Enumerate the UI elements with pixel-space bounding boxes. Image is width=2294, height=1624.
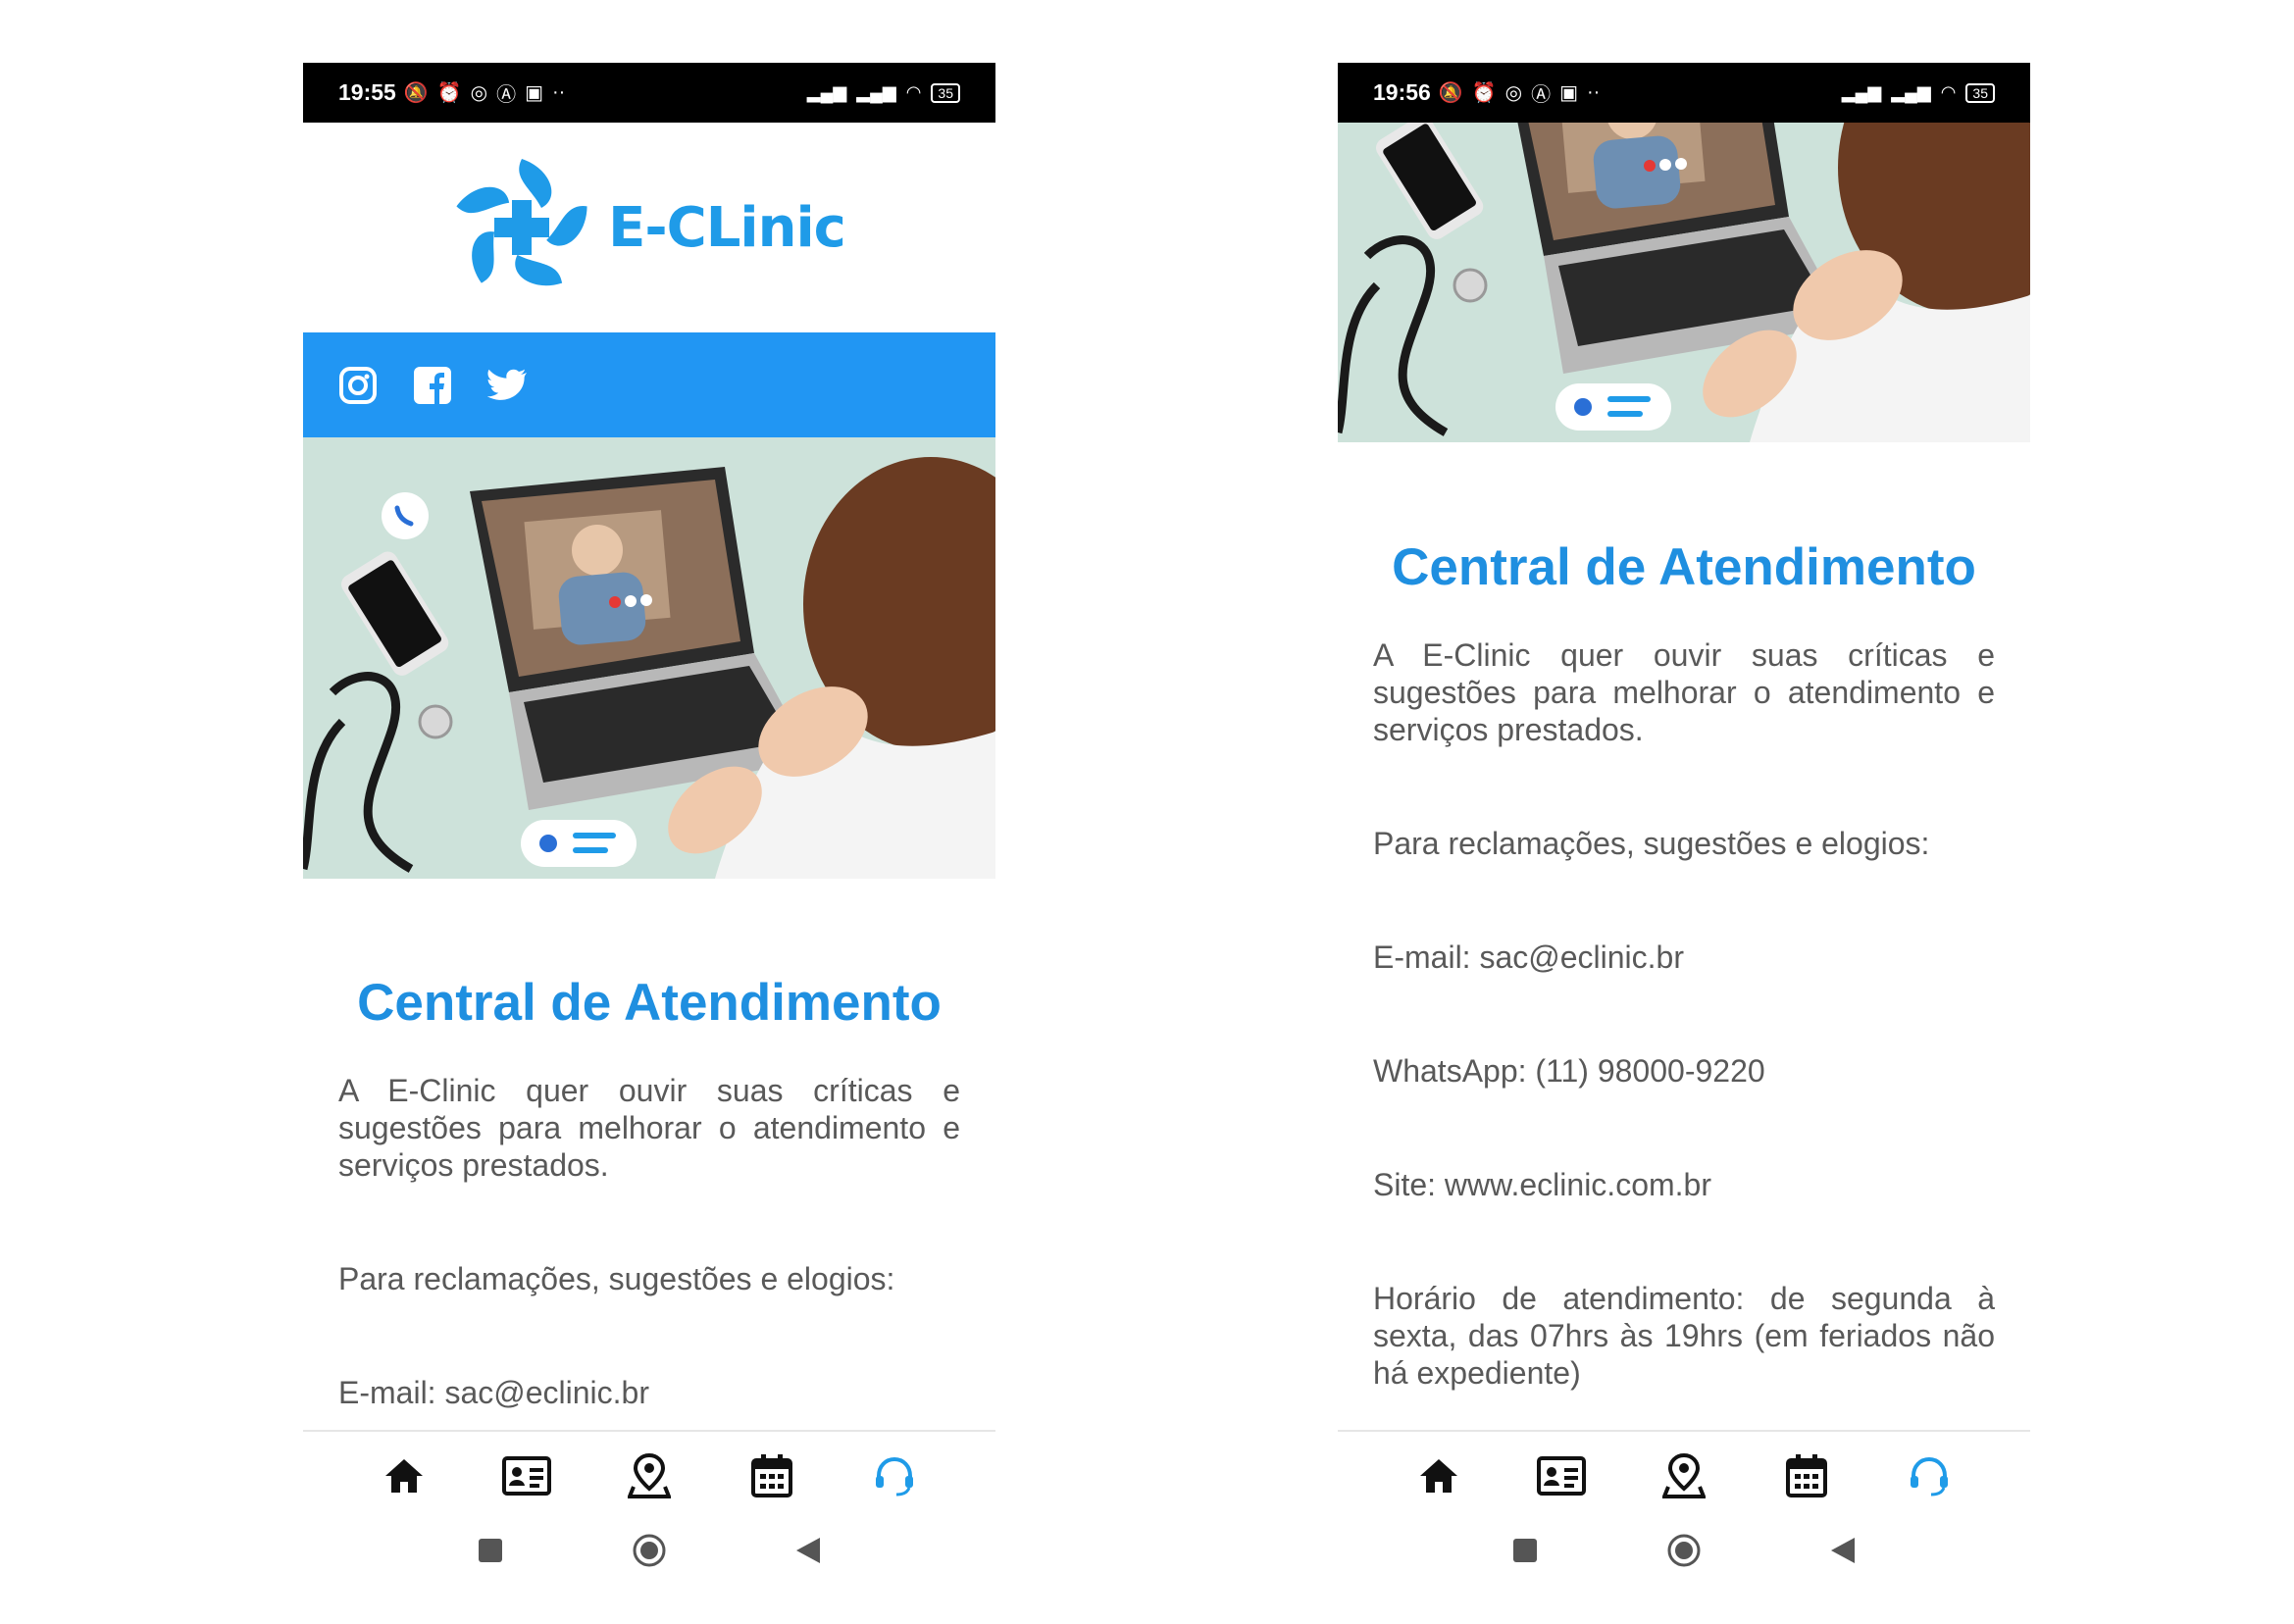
headset-icon [876,1456,914,1497]
status-time: 19:55 [338,79,396,105]
id-card-icon [1536,1456,1586,1496]
bottom-nav [303,1430,995,1520]
nav-calendar[interactable] [746,1450,797,1501]
nav-home[interactable] [1413,1450,1464,1501]
intro-text: A E-Clinic quer ouvir suas críticas e su… [1373,637,1995,747]
main-content: Central de Atendimento A E-Clinic quer o… [338,973,960,1411]
nav-support[interactable] [869,1450,920,1501]
calendar-icon [751,1454,793,1497]
facebook-icon[interactable] [413,366,452,405]
alarm-icon: ⏰ [436,82,462,104]
contact-heading: Para reclamações, sugestões e elogios: [338,1261,895,1296]
hours-text: Horário de atendimento: de segunda à sex… [1373,1281,1995,1391]
contact-heading: Para reclamações, sugestões e elogios: [1373,826,1930,861]
status-time: 19:56 [1373,79,1431,105]
email-line[interactable]: E-mail: sac@eclinic.br [1373,939,1995,976]
map-pin-icon [1661,1453,1706,1498]
instagram-icon[interactable] [338,366,378,405]
home-circle-icon[interactable] [632,1533,667,1573]
signal-icon: ▂▄▆ [1841,82,1882,102]
map-pin-icon [627,1453,671,1498]
wifi-icon: ◠ [1940,82,1957,102]
whatsapp-line[interactable]: WhatsApp: (11) 98000-9220 [1373,1052,1995,1090]
system-navigation [1338,1520,2030,1585]
id-card-icon [501,1456,551,1496]
instagram-notif-icon: ▣ [525,82,543,104]
nav-calendar[interactable] [1781,1450,1832,1501]
twitter-icon[interactable] [487,366,527,405]
signal-icon-2: ▂▄▆ [1891,82,1931,102]
page-title: Central de Atendimento [357,974,942,1032]
whatsapp-icon: ◎ [470,82,488,104]
site-line[interactable]: Site: www.eclinic.com.br [1373,1166,1995,1203]
status-bar: 19:56 🔕 ⏰ ◎ Ⓐ ▣ ·· ▂▄▆ ▂▄▆ ◠ 35 [1338,63,2030,123]
page-title: Central de Atendimento [1392,538,1976,596]
back-icon[interactable] [1829,1536,1857,1570]
alarm-icon: ⏰ [1471,82,1497,104]
bottom-nav [1338,1430,2030,1520]
social-bar [303,332,995,437]
wifi-icon: ◠ [905,82,922,102]
nav-location[interactable] [1658,1450,1709,1501]
nav-support[interactable] [1904,1450,1955,1501]
nav-location[interactable] [624,1450,675,1501]
battery-icon: 35 [931,82,960,103]
status-bar: 19:55 🔕 ⏰ ◎ Ⓐ ▣ ·· ▂▄▆ ▂▄▆ ◠ 35 [303,63,995,123]
phone-screen-left: 19:55 🔕 ⏰ ◎ Ⓐ ▣ ·· ▂▄▆ ▂▄▆ ◠ 35 E-CLinic… [303,63,995,1585]
more-notifications-icon: ·· [552,81,566,103]
signal-icon-2: ▂▄▆ [856,82,896,102]
mute-icon: 🔕 [403,82,429,104]
signal-icon: ▂▄▆ [806,82,847,102]
nav-home[interactable] [379,1450,430,1501]
e-clinic-logo-icon [456,159,587,286]
hero-image [1338,123,2030,442]
system-navigation [303,1520,995,1585]
instagram-notif-icon: ▣ [1559,82,1578,104]
brand-header: E-CLinic [303,123,995,332]
battery-icon: 35 [1965,82,1995,103]
phone-screen-right: 19:56 🔕 ⏰ ◎ Ⓐ ▣ ·· ▂▄▆ ▂▄▆ ◠ 35 Central … [1338,63,2030,1585]
home-circle-icon[interactable] [1666,1533,1702,1573]
whatsapp-icon: ◎ [1504,82,1523,104]
headset-icon [1911,1456,1949,1497]
more-notifications-icon: ·· [1587,81,1601,103]
app-icon: Ⓐ [496,84,517,106]
app-icon: Ⓐ [1531,84,1552,106]
recents-icon[interactable] [1511,1537,1539,1569]
main-content: Central de Atendimento A E-Clinic quer o… [1373,537,1995,1392]
calendar-icon [1786,1454,1828,1497]
home-icon [1419,1459,1457,1493]
intro-text: A E-Clinic quer ouvir suas críticas e su… [338,1073,960,1183]
nav-profile[interactable] [501,1450,552,1501]
hero-image [303,437,995,879]
email-line[interactable]: E-mail: sac@eclinic.br [338,1374,960,1411]
home-icon [384,1459,423,1493]
mute-icon: 🔕 [1438,82,1463,104]
recents-icon[interactable] [477,1537,504,1569]
brand-name: E-CLinic [608,195,846,260]
nav-profile[interactable] [1536,1450,1587,1501]
back-icon[interactable] [794,1536,822,1570]
